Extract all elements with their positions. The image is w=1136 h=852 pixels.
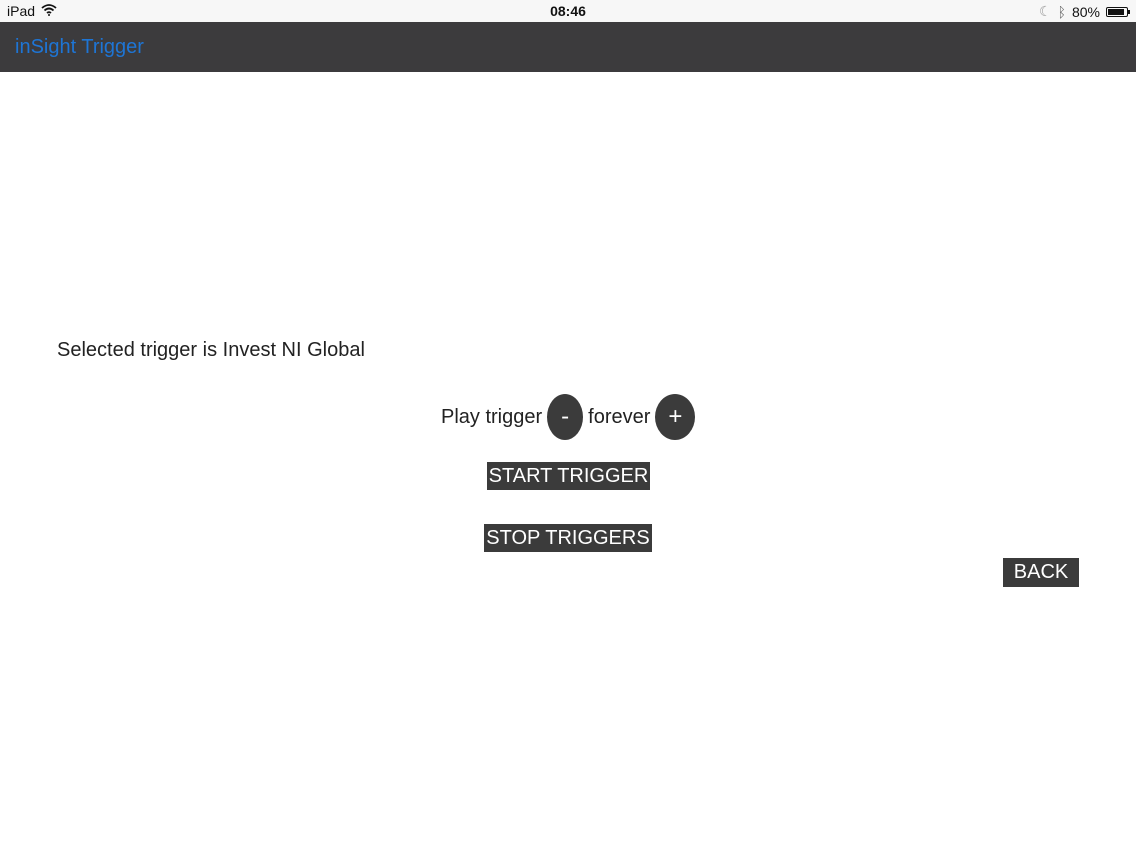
bluetooth-icon: ᛒ	[1057, 3, 1066, 20]
status-bar: iPad 08:46 ☾ ᛒ 80%	[0, 0, 1136, 22]
duration-value: forever	[588, 405, 651, 428]
back-button[interactable]: BACK	[1003, 558, 1079, 587]
app-title: inSight Trigger	[15, 36, 144, 58]
app-header: inSight Trigger	[0, 22, 1136, 72]
battery-percent: 80%	[1071, 3, 1100, 20]
play-trigger-label: Play trigger	[441, 405, 543, 428]
start-trigger-button[interactable]: START TRIGGER	[487, 462, 650, 490]
increase-button[interactable]: +	[655, 394, 696, 440]
battery-icon	[1106, 6, 1130, 17]
stop-triggers-button[interactable]: STOP TRIGGERS	[484, 524, 652, 552]
decrease-button[interactable]: -	[547, 394, 584, 440]
selected-trigger-text: Selected trigger is Invest NI Global	[57, 339, 365, 361]
status-time: 08:46	[550, 3, 586, 19]
status-right: ☾ ᛒ 80%	[1039, 3, 1130, 20]
play-trigger-row: Play trigger - forever +	[441, 394, 700, 440]
moon-icon: ☾	[1039, 3, 1052, 19]
